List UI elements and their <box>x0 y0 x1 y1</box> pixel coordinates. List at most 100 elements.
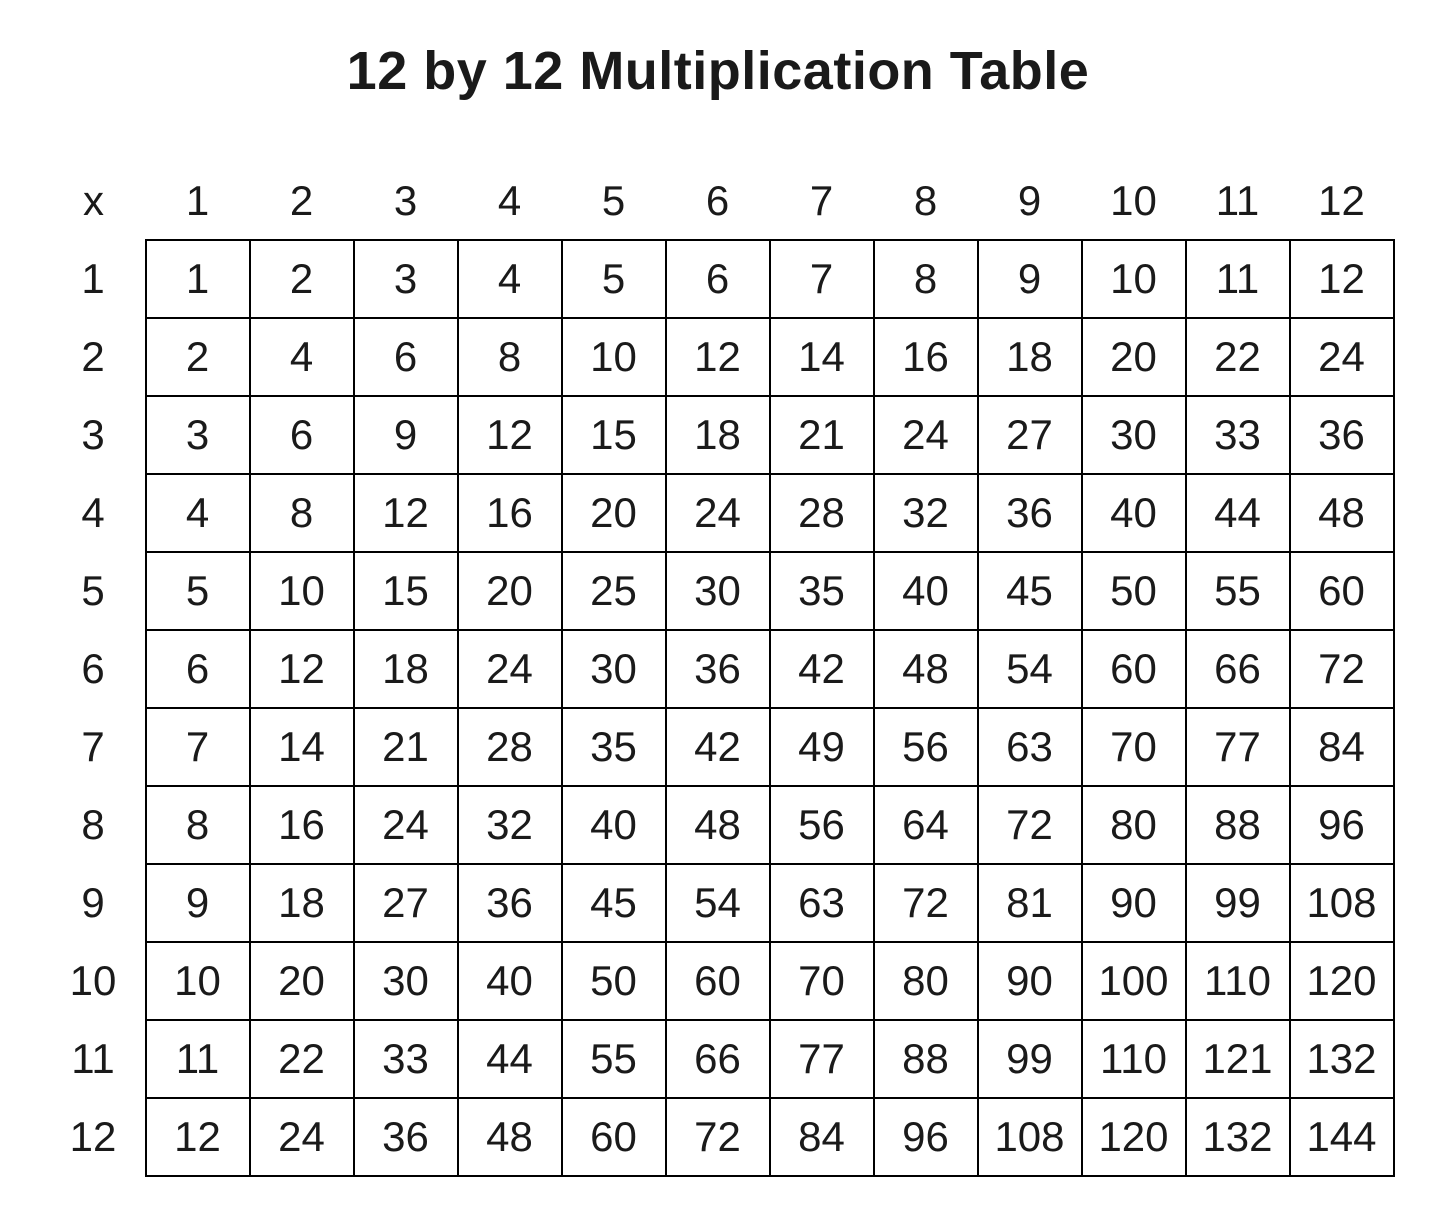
table-cell: 96 <box>874 1098 978 1176</box>
table-cell: 44 <box>458 1020 562 1098</box>
multiplication-table: x 1 2 3 4 5 6 7 8 9 10 11 12 1 1 2 3 4 5… <box>42 162 1395 1177</box>
table-cell: 20 <box>562 474 666 552</box>
table-cell: 24 <box>1290 318 1394 396</box>
table-cell: 16 <box>458 474 562 552</box>
table-cell: 60 <box>666 942 770 1020</box>
table-cell: 25 <box>562 552 666 630</box>
table-cell: 16 <box>874 318 978 396</box>
table-cell: 12 <box>146 1098 250 1176</box>
table-cell: 72 <box>1290 630 1394 708</box>
table-row: 1 1 2 3 4 5 6 7 8 9 10 11 12 <box>42 240 1394 318</box>
table-cell: 55 <box>1186 552 1290 630</box>
table-cell: 30 <box>354 942 458 1020</box>
table-cell: 9 <box>978 240 1082 318</box>
table-cell: 80 <box>874 942 978 1020</box>
table-cell: 40 <box>458 942 562 1020</box>
row-header: 1 <box>42 240 146 318</box>
table-cell: 28 <box>458 708 562 786</box>
table-cell: 2 <box>146 318 250 396</box>
table-cell: 28 <box>770 474 874 552</box>
table-cell: 30 <box>666 552 770 630</box>
table-cell: 60 <box>1082 630 1186 708</box>
table-cell: 8 <box>874 240 978 318</box>
table-cell: 15 <box>562 396 666 474</box>
table-cell: 77 <box>1186 708 1290 786</box>
table-cell: 9 <box>354 396 458 474</box>
table-row: 4 4 8 12 16 20 24 28 32 36 40 44 48 <box>42 474 1394 552</box>
table-cell: 66 <box>666 1020 770 1098</box>
table-cell: 11 <box>146 1020 250 1098</box>
row-header: 9 <box>42 864 146 942</box>
table-cell: 9 <box>146 864 250 942</box>
table-cell: 30 <box>1082 396 1186 474</box>
table-cell: 24 <box>458 630 562 708</box>
table-cell: 77 <box>770 1020 874 1098</box>
row-header: 4 <box>42 474 146 552</box>
table-cell: 36 <box>666 630 770 708</box>
table-cell: 88 <box>1186 786 1290 864</box>
table-cell: 12 <box>354 474 458 552</box>
table-cell: 81 <box>978 864 1082 942</box>
table-cell: 16 <box>250 786 354 864</box>
col-header: 1 <box>146 162 250 240</box>
table-cell: 5 <box>562 240 666 318</box>
table-cell: 70 <box>1082 708 1186 786</box>
table-cell: 63 <box>770 864 874 942</box>
table-cell: 3 <box>354 240 458 318</box>
table-cell: 99 <box>1186 864 1290 942</box>
table-cell: 44 <box>1186 474 1290 552</box>
col-header: 5 <box>562 162 666 240</box>
table-cell: 90 <box>1082 864 1186 942</box>
col-header: 2 <box>250 162 354 240</box>
table-cell: 60 <box>1290 552 1394 630</box>
table-header-row: x 1 2 3 4 5 6 7 8 9 10 11 12 <box>42 162 1394 240</box>
table-cell: 7 <box>146 708 250 786</box>
table-cell: 3 <box>146 396 250 474</box>
table-cell: 10 <box>250 552 354 630</box>
table-cell: 40 <box>562 786 666 864</box>
table-cell: 8 <box>146 786 250 864</box>
table-cell: 18 <box>666 396 770 474</box>
row-header: 11 <box>42 1020 146 1098</box>
col-header: 8 <box>874 162 978 240</box>
table-cell: 4 <box>458 240 562 318</box>
table-cell: 12 <box>250 630 354 708</box>
row-header: 5 <box>42 552 146 630</box>
table-cell: 63 <box>978 708 1082 786</box>
table-cell: 84 <box>770 1098 874 1176</box>
table-cell: 42 <box>770 630 874 708</box>
table-cell: 36 <box>458 864 562 942</box>
table-cell: 24 <box>250 1098 354 1176</box>
row-header: 2 <box>42 318 146 396</box>
table-cell: 36 <box>1290 396 1394 474</box>
table-cell: 18 <box>978 318 1082 396</box>
table-cell: 108 <box>978 1098 1082 1176</box>
table-cell: 22 <box>250 1020 354 1098</box>
col-header: 7 <box>770 162 874 240</box>
table-cell: 72 <box>874 864 978 942</box>
table-cell: 100 <box>1082 942 1186 1020</box>
col-header: 3 <box>354 162 458 240</box>
table-row: 9 9 18 27 36 45 54 63 72 81 90 99 108 <box>42 864 1394 942</box>
table-cell: 7 <box>770 240 874 318</box>
table-cell: 56 <box>874 708 978 786</box>
table-cell: 48 <box>666 786 770 864</box>
table-cell: 35 <box>770 552 874 630</box>
table-cell: 120 <box>1290 942 1394 1020</box>
table-cell: 66 <box>1186 630 1290 708</box>
table-cell: 32 <box>458 786 562 864</box>
table-cell: 90 <box>978 942 1082 1020</box>
table-cell: 27 <box>354 864 458 942</box>
table-cell: 70 <box>770 942 874 1020</box>
table-cell: 14 <box>250 708 354 786</box>
table-cell: 6 <box>250 396 354 474</box>
table-cell: 4 <box>250 318 354 396</box>
row-header: 10 <box>42 942 146 1020</box>
table-cell: 6 <box>354 318 458 396</box>
table-cell: 18 <box>250 864 354 942</box>
table-cell: 84 <box>1290 708 1394 786</box>
table-cell: 45 <box>562 864 666 942</box>
row-header: 7 <box>42 708 146 786</box>
table-cell: 21 <box>354 708 458 786</box>
table-cell: 49 <box>770 708 874 786</box>
